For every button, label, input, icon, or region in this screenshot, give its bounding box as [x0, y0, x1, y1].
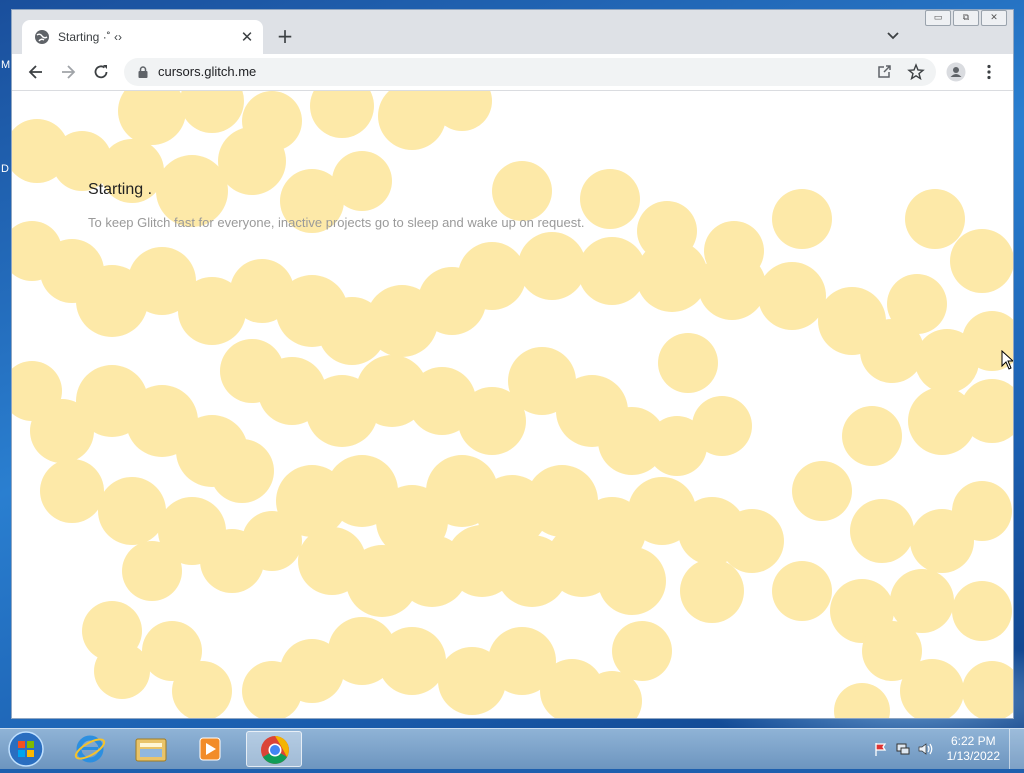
- volume-icon[interactable]: [917, 741, 933, 757]
- taskbar-app-ie[interactable]: [62, 731, 118, 767]
- reload-icon[interactable]: [91, 62, 111, 82]
- cursor-trail-blob: [598, 547, 666, 615]
- cursor-trail-blob: [210, 439, 274, 503]
- clock-time: 6:22 PM: [950, 734, 996, 748]
- cursor-trail-blob: [180, 91, 244, 133]
- cursor-trail-blob: [850, 499, 914, 563]
- back-arrow-icon[interactable]: [26, 62, 46, 82]
- cursor-trail-blob: [792, 461, 852, 521]
- cursor-trail-blob: [952, 481, 1012, 541]
- desktop-icon-label-1[interactable]: M: [1, 59, 10, 71]
- tab-strip: Starting ·˚ ‹› ✕ +: [12, 10, 1013, 54]
- cursor-trail-blob: [692, 396, 752, 456]
- cursor-trail-blob: [122, 541, 182, 601]
- cursor-trail-blob: [962, 661, 1013, 718]
- page-content[interactable]: Starting . To keep Glitch fast for every…: [12, 91, 1013, 718]
- cursor-trail-blob: [758, 262, 826, 330]
- taskbar-clock[interactable]: 6:22 PM 1/13/2022: [947, 734, 1000, 764]
- chevron-down-icon[interactable]: [885, 28, 901, 44]
- cursor-trail-blob: [658, 333, 718, 393]
- cursor-trail-blob: [636, 240, 708, 312]
- tab-active[interactable]: Starting ·˚ ‹› ✕: [22, 20, 263, 54]
- cursor-trail-blob: [378, 627, 446, 695]
- taskbar-app-chrome[interactable]: [246, 731, 302, 767]
- cursor-trail-blob: [518, 232, 586, 300]
- chrome-icon: [261, 736, 289, 764]
- cursor-trail-blob: [952, 581, 1012, 641]
- page-subtitle: To keep Glitch fast for everyone, inacti…: [88, 215, 585, 230]
- address-bar[interactable]: cursors.glitch.me: [124, 58, 936, 86]
- cursor-trail-blob: [218, 127, 286, 195]
- tab-close-icon[interactable]: ✕: [237, 27, 257, 47]
- share-icon[interactable]: [875, 63, 893, 81]
- cursor-trail-blob: [772, 189, 832, 249]
- page-title: Starting .: [88, 181, 153, 198]
- file-explorer-icon: [135, 738, 167, 762]
- taskbar: 6:22 PM 1/13/2022: [0, 728, 1024, 769]
- cursor-trail-blob: [612, 621, 672, 681]
- start-button[interactable]: [4, 730, 44, 768]
- cursor-trail-blob: [772, 561, 832, 621]
- cursor-trail-blob: [580, 169, 640, 229]
- cursor-trail-blob: [680, 559, 744, 623]
- cursor-trail-blob: [458, 242, 526, 310]
- kebab-menu-icon[interactable]: [979, 62, 999, 82]
- lock-icon[interactable]: [136, 65, 150, 79]
- browser-toolbar: cursors.glitch.me: [12, 54, 1013, 91]
- cursor-trail-blob: [98, 477, 166, 545]
- url-text[interactable]: cursors.glitch.me: [158, 64, 256, 79]
- cursor-trail-blob: [915, 329, 979, 393]
- cursor-trail-blob: [94, 643, 150, 699]
- taskbar-app-media[interactable]: [182, 731, 238, 767]
- show-desktop-button[interactable]: [1009, 729, 1024, 769]
- cursor-trail-blob: [834, 683, 890, 718]
- plus-icon[interactable]: +: [274, 26, 296, 48]
- globe-icon: [35, 30, 49, 44]
- cursor-trail-drawing: [12, 91, 1013, 718]
- star-icon[interactable]: [907, 63, 925, 81]
- tab-title: Starting ·˚ ‹›: [58, 30, 123, 44]
- network-icon[interactable]: [895, 741, 911, 757]
- avatar-icon[interactable]: [946, 62, 966, 82]
- cursor-trail-blob: [578, 237, 646, 305]
- cursor-trail-blob: [332, 151, 392, 211]
- cursor-trail-blob: [842, 406, 902, 466]
- desktop-icon-label-2[interactable]: D: [1, 163, 9, 175]
- taskbar-app-explorer[interactable]: [122, 731, 178, 767]
- media-player-icon: [199, 737, 221, 761]
- internet-explorer-icon: [74, 735, 106, 763]
- cursor-trail-blob: [905, 189, 965, 249]
- cursor-trail-blob: [40, 459, 104, 523]
- cursor-trail-blob: [492, 161, 552, 221]
- clock-date: 1/13/2022: [946, 749, 1000, 763]
- cursor-trail-blob: [720, 509, 784, 573]
- cursor-trail-blob: [698, 252, 766, 320]
- forward-arrow-icon[interactable]: [58, 62, 78, 82]
- cursor-trail-blob: [950, 229, 1013, 293]
- system-tray: 6:22 PM 1/13/2022: [873, 729, 1000, 769]
- cursor-trail-blob: [242, 511, 302, 571]
- browser-window: ▭ ⧉ ✕ Starting ·˚ ‹› ✕ + cursors.glitch.…: [11, 9, 1014, 719]
- action-center-flag-icon[interactable]: [873, 741, 889, 757]
- cursor-trail-blob: [860, 319, 924, 383]
- cursor-trail-blob: [118, 91, 186, 145]
- mouse-cursor-icon: [1001, 350, 1013, 370]
- cursor-trail-blob: [310, 91, 374, 138]
